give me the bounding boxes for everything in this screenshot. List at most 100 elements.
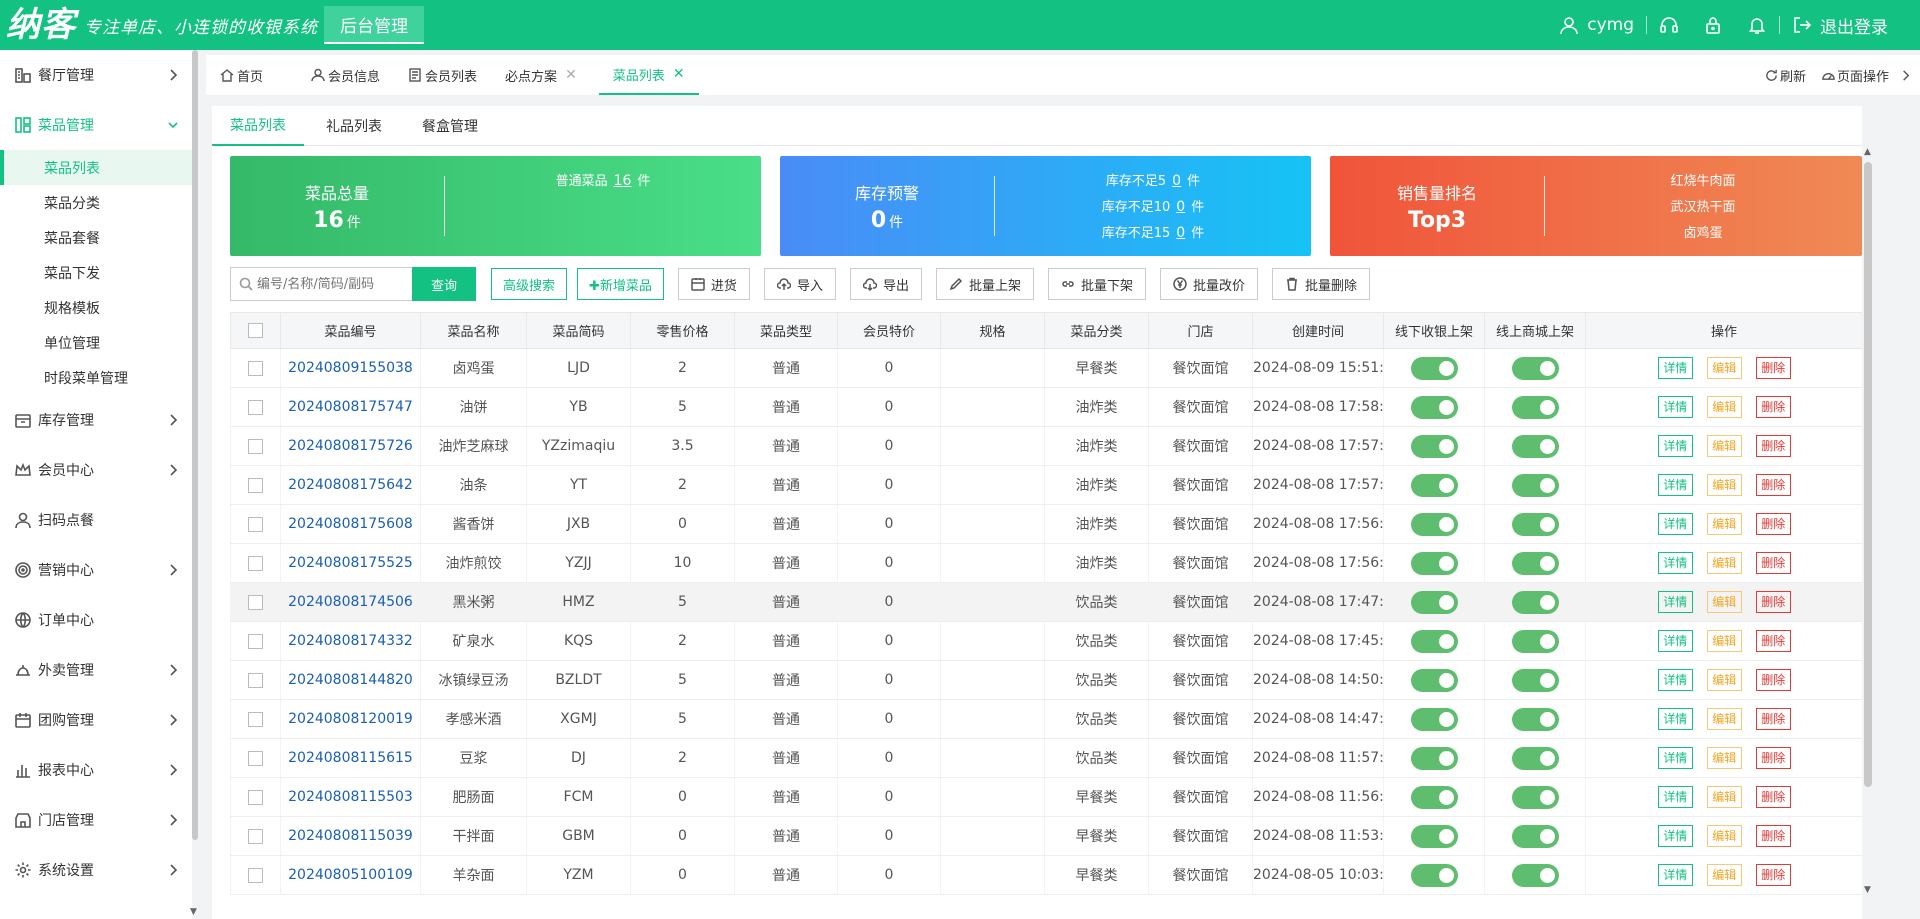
delete-button[interactable]: 删除 <box>1755 747 1791 769</box>
online-shelf-toggle[interactable] <box>1511 395 1559 419</box>
edit-button[interactable]: 编辑 <box>1706 630 1742 652</box>
detail-button[interactable]: 详情 <box>1657 474 1693 496</box>
edit-button[interactable]: 编辑 <box>1706 825 1742 847</box>
cell-code[interactable]: 20240808115503 <box>280 777 421 817</box>
detail-button[interactable]: 详情 <box>1657 708 1693 730</box>
sidebar-subitem-dish-category[interactable]: 菜品分类 <box>0 185 192 220</box>
row-checkbox[interactable] <box>248 633 263 649</box>
sidebar-item-delivery[interactable]: 外卖管理 <box>0 645 192 695</box>
offline-shelf-toggle[interactable] <box>1410 785 1458 809</box>
user-menu[interactable]: cymg <box>1547 15 1646 35</box>
offline-shelf-toggle[interactable] <box>1410 512 1458 536</box>
offline-shelf-toggle[interactable] <box>1410 590 1458 614</box>
online-shelf-toggle[interactable] <box>1511 707 1559 731</box>
delete-button[interactable]: 删除 <box>1755 552 1791 574</box>
detail-button[interactable]: 详情 <box>1657 552 1693 574</box>
online-shelf-toggle[interactable] <box>1511 512 1559 536</box>
online-shelf-toggle[interactable] <box>1511 434 1559 458</box>
batch-off-button[interactable]: 批量下架 <box>1047 268 1146 300</box>
detail-button[interactable]: 详情 <box>1657 630 1693 652</box>
cell-code[interactable]: 20240808144820 <box>280 660 421 700</box>
sidebar-subitem-spec-template[interactable]: 规格模板 <box>0 290 192 325</box>
sidebar-item-scan-order[interactable]: 扫码点餐 <box>0 495 192 545</box>
tab-must-order[interactable]: 必点方案 ✕ <box>491 55 591 95</box>
row-select-cell[interactable] <box>230 816 281 856</box>
subtab-dish-list[interactable]: 菜品列表 <box>212 106 304 146</box>
row-select-cell[interactable] <box>230 582 281 622</box>
close-icon[interactable]: ✕ <box>673 66 685 82</box>
tabs-next-button[interactable] <box>1897 69 1920 82</box>
row-checkbox[interactable] <box>248 672 263 688</box>
select-all-cell[interactable] <box>230 312 281 349</box>
delete-button[interactable]: 删除 <box>1755 513 1791 535</box>
detail-button[interactable]: 详情 <box>1657 396 1693 418</box>
offline-shelf-toggle[interactable] <box>1410 395 1458 419</box>
sidebar-item-reports[interactable]: 报表中心 <box>0 745 192 795</box>
offline-shelf-toggle[interactable] <box>1410 356 1458 380</box>
row-select-cell[interactable] <box>230 465 281 505</box>
row-select-cell[interactable] <box>230 699 281 739</box>
edit-button[interactable]: 编辑 <box>1706 474 1742 496</box>
row-select-cell[interactable] <box>230 777 281 817</box>
edit-button[interactable]: 编辑 <box>1706 357 1742 379</box>
cell-code[interactable]: 20240808175642 <box>280 465 421 505</box>
sidebar-subitem-unit-manage[interactable]: 单位管理 <box>0 325 192 360</box>
tab-dish-list[interactable]: 菜品列表 ✕ <box>598 55 699 95</box>
add-dish-button[interactable]: ✚新增菜品 <box>577 268 664 300</box>
row-select-cell[interactable] <box>230 348 281 388</box>
sidebar-subitem-time-menu[interactable]: 时段菜单管理 <box>0 360 192 395</box>
row-checkbox[interactable] <box>248 399 263 415</box>
row-checkbox[interactable] <box>248 477 263 493</box>
sidebar-item-restaurant[interactable]: 餐厅管理 <box>0 50 192 100</box>
row-select-cell[interactable] <box>230 621 281 661</box>
cell-code[interactable]: 20240808174332 <box>280 621 421 661</box>
cell-code[interactable]: 20240809155038 <box>280 348 421 388</box>
bell-button[interactable] <box>1735 15 1779 35</box>
cell-code[interactable]: 20240808115039 <box>280 816 421 856</box>
sidebar-item-member[interactable]: 会员中心 <box>0 445 192 495</box>
sidebar-item-orders[interactable]: 订单中心 <box>0 595 192 645</box>
edit-button[interactable]: 编辑 <box>1706 552 1742 574</box>
edit-button[interactable]: 编辑 <box>1706 864 1742 886</box>
detail-button[interactable]: 详情 <box>1657 591 1693 613</box>
delete-button[interactable]: 删除 <box>1755 630 1791 652</box>
offline-shelf-toggle[interactable] <box>1410 746 1458 770</box>
row-checkbox[interactable] <box>248 789 263 805</box>
edit-button[interactable]: 编辑 <box>1706 435 1742 457</box>
detail-button[interactable]: 详情 <box>1657 513 1693 535</box>
advanced-search-button[interactable]: 高级搜索 <box>491 268 568 300</box>
row-select-cell[interactable] <box>230 543 281 583</box>
offline-shelf-toggle[interactable] <box>1410 824 1458 848</box>
sidebar-item-groupbuy[interactable]: 团购管理 <box>0 695 192 745</box>
logout-button[interactable]: 退出登录 <box>1780 13 1920 38</box>
row-checkbox[interactable] <box>248 516 263 532</box>
online-shelf-toggle[interactable] <box>1511 746 1559 770</box>
offline-shelf-toggle[interactable] <box>1410 629 1458 653</box>
edit-button[interactable]: 编辑 <box>1706 396 1742 418</box>
detail-button[interactable]: 详情 <box>1657 825 1693 847</box>
online-shelf-toggle[interactable] <box>1511 551 1559 575</box>
headset-button[interactable] <box>1647 15 1691 35</box>
search-input[interactable] <box>257 276 407 292</box>
detail-button[interactable]: 详情 <box>1657 747 1693 769</box>
sidebar-subitem-dish-combo[interactable]: 菜品套餐 <box>0 220 192 255</box>
cell-code[interactable]: 20240808120019 <box>280 699 421 739</box>
row-select-cell[interactable] <box>230 660 281 700</box>
online-shelf-toggle[interactable] <box>1511 629 1559 653</box>
refresh-button[interactable]: 刷新 <box>1757 66 1814 85</box>
delete-button[interactable]: 删除 <box>1755 396 1791 418</box>
scroll-down-icon[interactable]: ▼ <box>1864 885 1871 895</box>
delete-button[interactable]: 删除 <box>1755 786 1791 808</box>
edit-button[interactable]: 编辑 <box>1706 708 1742 730</box>
select-all-checkbox[interactable] <box>248 323 263 338</box>
cell-code[interactable]: 20240808174506 <box>280 582 421 622</box>
offline-shelf-toggle[interactable] <box>1410 668 1458 692</box>
edit-button[interactable]: 编辑 <box>1706 786 1742 808</box>
online-shelf-toggle[interactable] <box>1511 473 1559 497</box>
row-select-cell[interactable] <box>230 504 281 544</box>
detail-button[interactable]: 详情 <box>1657 357 1693 379</box>
offline-shelf-toggle[interactable] <box>1410 473 1458 497</box>
cell-code[interactable]: 20240805100109 <box>280 855 421 895</box>
query-button[interactable]: 查询 <box>412 267 476 301</box>
offline-shelf-toggle[interactable] <box>1410 551 1458 575</box>
